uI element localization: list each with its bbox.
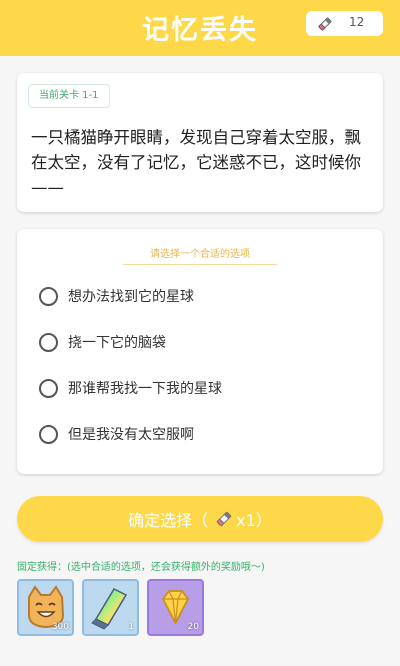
pencil-count: 12: [349, 15, 365, 29]
radio-button[interactable]: [39, 286, 58, 306]
reward-item-crystal: 1: [82, 579, 139, 636]
level-badge: 当前关卡 1-1: [28, 84, 110, 108]
pencil-counter[interactable]: 12: [306, 11, 383, 36]
option-1[interactable]: 想办法找到它的星球: [39, 282, 359, 310]
option-label: 挠一下它的脑袋: [68, 335, 166, 351]
reward-title: 固定获得：(选中合适的选项，还会获得额外的奖励哦～): [17, 562, 265, 573]
story-text: 一只橘猫睁开眼睛，发现自己穿着太空服，飘在太空，没有了记忆，它迷惑不已，这时候你…: [31, 128, 361, 197]
option-4[interactable]: 但是我没有太空服啊: [39, 420, 359, 448]
option-label: 那谁帮我找一下我的星球: [68, 381, 222, 397]
choice-prompt: 请选择一个合适的选项: [123, 245, 277, 265]
option-2[interactable]: 挠一下它的脑袋: [39, 328, 359, 356]
confirm-label-start: 确定选择（: [128, 511, 209, 530]
reward-count: 300: [51, 622, 69, 632]
confirm-label-end: x1）: [236, 511, 272, 530]
story-card: 当前关卡 1-1 一只橘猫睁开眼睛，发现自己穿着太空服，飘在太空，没有了记忆，它…: [17, 73, 383, 212]
pencil-eraser-icon: [217, 511, 232, 527]
reward-item-cookie: 300: [17, 579, 74, 636]
reward-item-diamond: 20: [147, 579, 204, 636]
radio-button[interactable]: [39, 332, 58, 352]
pencil-eraser-icon: [318, 17, 332, 30]
reward-count: 1: [128, 622, 134, 632]
option-label: 但是我没有太空服啊: [68, 427, 194, 443]
confirm-button[interactable]: 确定选择（ x1）: [17, 496, 383, 542]
reward-count: 20: [187, 622, 199, 632]
option-3[interactable]: 那谁帮我找一下我的星球: [39, 374, 359, 402]
radio-button[interactable]: [39, 424, 58, 444]
choice-card: 请选择一个合适的选项 想办法找到它的星球 挠一下它的脑袋 那谁帮我找一下我的星球…: [17, 229, 383, 474]
option-label: 想办法找到它的星球: [68, 289, 194, 305]
app-header: 记忆丢失 12: [0, 0, 400, 56]
radio-button[interactable]: [39, 378, 58, 398]
